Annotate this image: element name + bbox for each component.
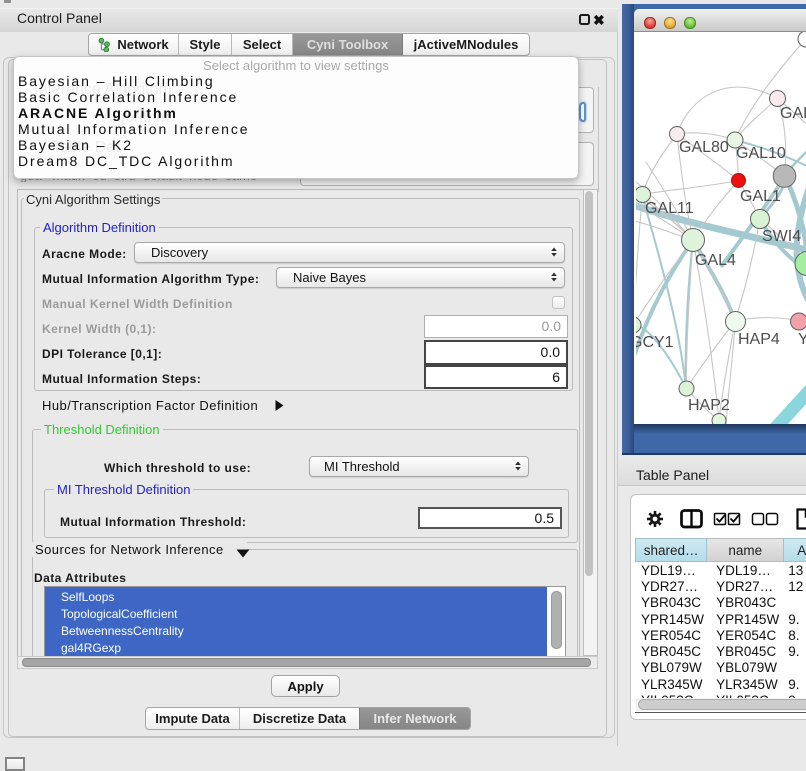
svg-text:GAL80: GAL80	[679, 139, 729, 156]
svg-text:HAP4: HAP4	[738, 331, 780, 348]
svg-text:GAL11: GAL11	[645, 200, 694, 217]
svg-text:HAP2: HAP2	[688, 397, 730, 414]
svg-text:SWI4: SWI4	[762, 228, 801, 245]
svg-text:GAL1: GAL1	[740, 188, 781, 205]
svg-text:GAL4: GAL4	[695, 252, 736, 269]
svg-text:GAL7: GAL7	[780, 105, 806, 122]
svg-text:GCY1: GCY1	[636, 334, 674, 351]
svg-text:GAL10: GAL10	[736, 145, 786, 162]
svg-text:Y: Y	[798, 331, 806, 348]
